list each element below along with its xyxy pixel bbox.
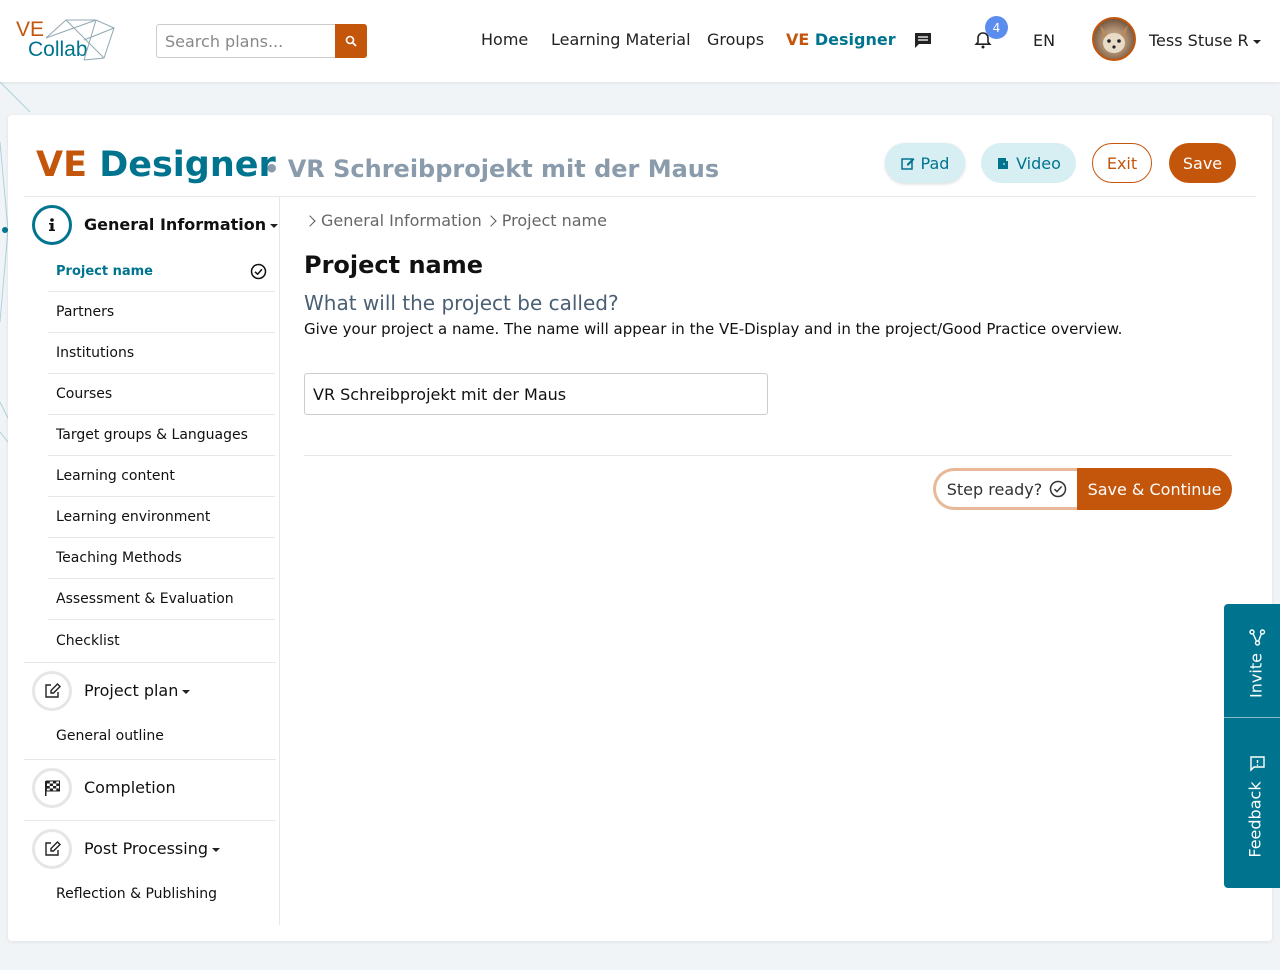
nav-home[interactable]: Home <box>481 30 528 49</box>
chevron-right-icon <box>485 214 497 227</box>
content-divider <box>304 455 1232 456</box>
sidebar-item-courses[interactable]: Courses <box>48 374 275 415</box>
sidebar-item-partners[interactable]: Partners <box>48 292 275 333</box>
pad-button-label: Pad <box>920 153 950 173</box>
language-switch[interactable]: EN <box>1033 31 1055 50</box>
feedback-label: Feedback <box>1245 781 1265 858</box>
breadcrumb-item[interactable]: General Information <box>321 211 482 230</box>
caret-down-icon <box>212 847 220 852</box>
step-ready-toggle[interactable]: Step ready? <box>933 468 1078 510</box>
search-input[interactable] <box>156 24 335 58</box>
sidebar-item-assessment[interactable]: Assessment & Evaluation <box>48 579 275 620</box>
page-title-main: Designer <box>99 145 276 185</box>
check-circle-icon <box>250 263 267 280</box>
search-box <box>156 24 367 58</box>
checkered-flag-icon <box>45 780 60 796</box>
logo-network-icon <box>45 19 115 61</box>
section-divider <box>24 662 276 663</box>
user-menu[interactable]: Tess Stuse R <box>1149 31 1261 50</box>
caret-down-icon <box>270 223 279 228</box>
section-project-plan-text: Project plan <box>84 681 179 700</box>
section-completion[interactable]: Completion <box>24 764 276 812</box>
feedback-tab[interactable]: Feedback <box>1224 718 1280 888</box>
invite-label: Invite <box>1246 653 1266 698</box>
sidebar-item-teaching-methods[interactable]: Teaching Methods <box>48 538 275 579</box>
caret-down-icon <box>1252 39 1261 44</box>
designer-card: VE Designer • VR Schreibprojekt mit der … <box>8 115 1272 941</box>
section-post-processing[interactable]: Post Processing <box>24 825 276 873</box>
section-post-processing-text: Post Processing <box>84 839 208 858</box>
nav-learning-material[interactable]: Learning Material <box>551 30 691 49</box>
step-question: What will the project be called? <box>304 291 619 315</box>
sidebar-item-label: Project name <box>56 263 153 279</box>
sidebar-item-learning-environment[interactable]: Learning environment <box>48 497 275 538</box>
step-heading: Project name <box>304 251 484 279</box>
steps-sidebar: General Information Project name Partner… <box>24 197 280 925</box>
chevron-right-icon <box>304 214 316 227</box>
section-completion-label: Completion <box>84 778 176 797</box>
side-tab: Invite Feedback <box>1224 604 1280 888</box>
breadcrumb-item[interactable]: Project name <box>502 211 607 230</box>
fox-avatar-image <box>1100 25 1128 53</box>
save-continue-button[interactable]: Save & Continue <box>1077 468 1232 510</box>
share-icon <box>1249 629 1266 646</box>
flag-icon-wrap <box>32 768 72 808</box>
project-name-input[interactable] <box>304 373 768 415</box>
top-navbar: VE Collab Home Learning Material Groups … <box>0 0 1280 82</box>
ve-collab-logo[interactable]: VE Collab <box>16 18 116 64</box>
door-icon <box>998 158 1009 169</box>
section-post-processing-label: Post Processing <box>84 839 220 858</box>
search-icon <box>345 35 357 47</box>
avatar[interactable] <box>1092 17 1136 61</box>
sidebar-item-general-outline[interactable]: General outline <box>48 715 275 756</box>
edit-icon <box>900 158 915 170</box>
nav-groups[interactable]: Groups <box>707 30 764 49</box>
notification-badge: 4 <box>985 16 1008 39</box>
video-button[interactable]: Video <box>981 143 1076 183</box>
feedback-icon <box>1250 756 1265 772</box>
sidebar-item-project-name[interactable]: Project name <box>48 251 275 292</box>
nav-ve-designer-prefix: VE <box>786 30 810 49</box>
page-title-prefix: VE <box>36 145 87 185</box>
save-button[interactable]: Save <box>1169 143 1236 183</box>
section-general-information-text: General Information <box>84 215 267 234</box>
section-general-information[interactable]: General Information <box>24 201 279 249</box>
plan-name: • VR Schreibprojekt mit der Maus <box>264 155 720 183</box>
info-icon <box>49 218 55 231</box>
username-label: Tess Stuse R <box>1149 31 1249 50</box>
section-divider <box>24 820 276 821</box>
step-ready-label: Step ready? <box>946 479 1043 499</box>
check-circle-icon <box>1050 480 1067 498</box>
breadcrumb: General Information Project name <box>304 211 607 230</box>
sidebar-item-institutions[interactable]: Institutions <box>48 333 275 374</box>
sidebar-item-target-groups[interactable]: Target groups & Languages <box>48 415 275 456</box>
page-title: VE Designer <box>36 145 276 185</box>
edit-icon <box>45 841 61 856</box>
section-project-plan[interactable]: Project plan <box>24 667 276 715</box>
step-description: Give your project a name. The name will … <box>304 320 1123 338</box>
edit-icon <box>45 683 61 698</box>
exit-button[interactable]: Exit <box>1092 143 1152 183</box>
pad-button[interactable]: Pad <box>885 143 965 183</box>
search-button[interactable] <box>335 24 367 58</box>
sidebar-item-reflection-publishing[interactable]: Reflection & Publishing <box>48 873 275 914</box>
nav-ve-designer-label: Designer <box>814 30 896 49</box>
sidebar-item-learning-content[interactable]: Learning content <box>48 456 275 497</box>
edit-icon-wrap <box>32 829 72 869</box>
section-general-information-label: General Information <box>84 215 279 234</box>
edit-icon-wrap <box>32 671 72 711</box>
section-divider <box>24 759 276 760</box>
chat-icon[interactable] <box>913 30 933 50</box>
sidebar-item-checklist[interactable]: Checklist <box>48 620 275 661</box>
caret-down-icon <box>182 689 191 694</box>
invite-tab[interactable]: Invite <box>1224 604 1280 717</box>
video-button-label: Video <box>1016 153 1061 173</box>
info-icon-wrap <box>32 205 72 245</box>
section-project-plan-label: Project plan <box>84 681 191 700</box>
nav-ve-designer[interactable]: VE Designer <box>786 30 896 49</box>
